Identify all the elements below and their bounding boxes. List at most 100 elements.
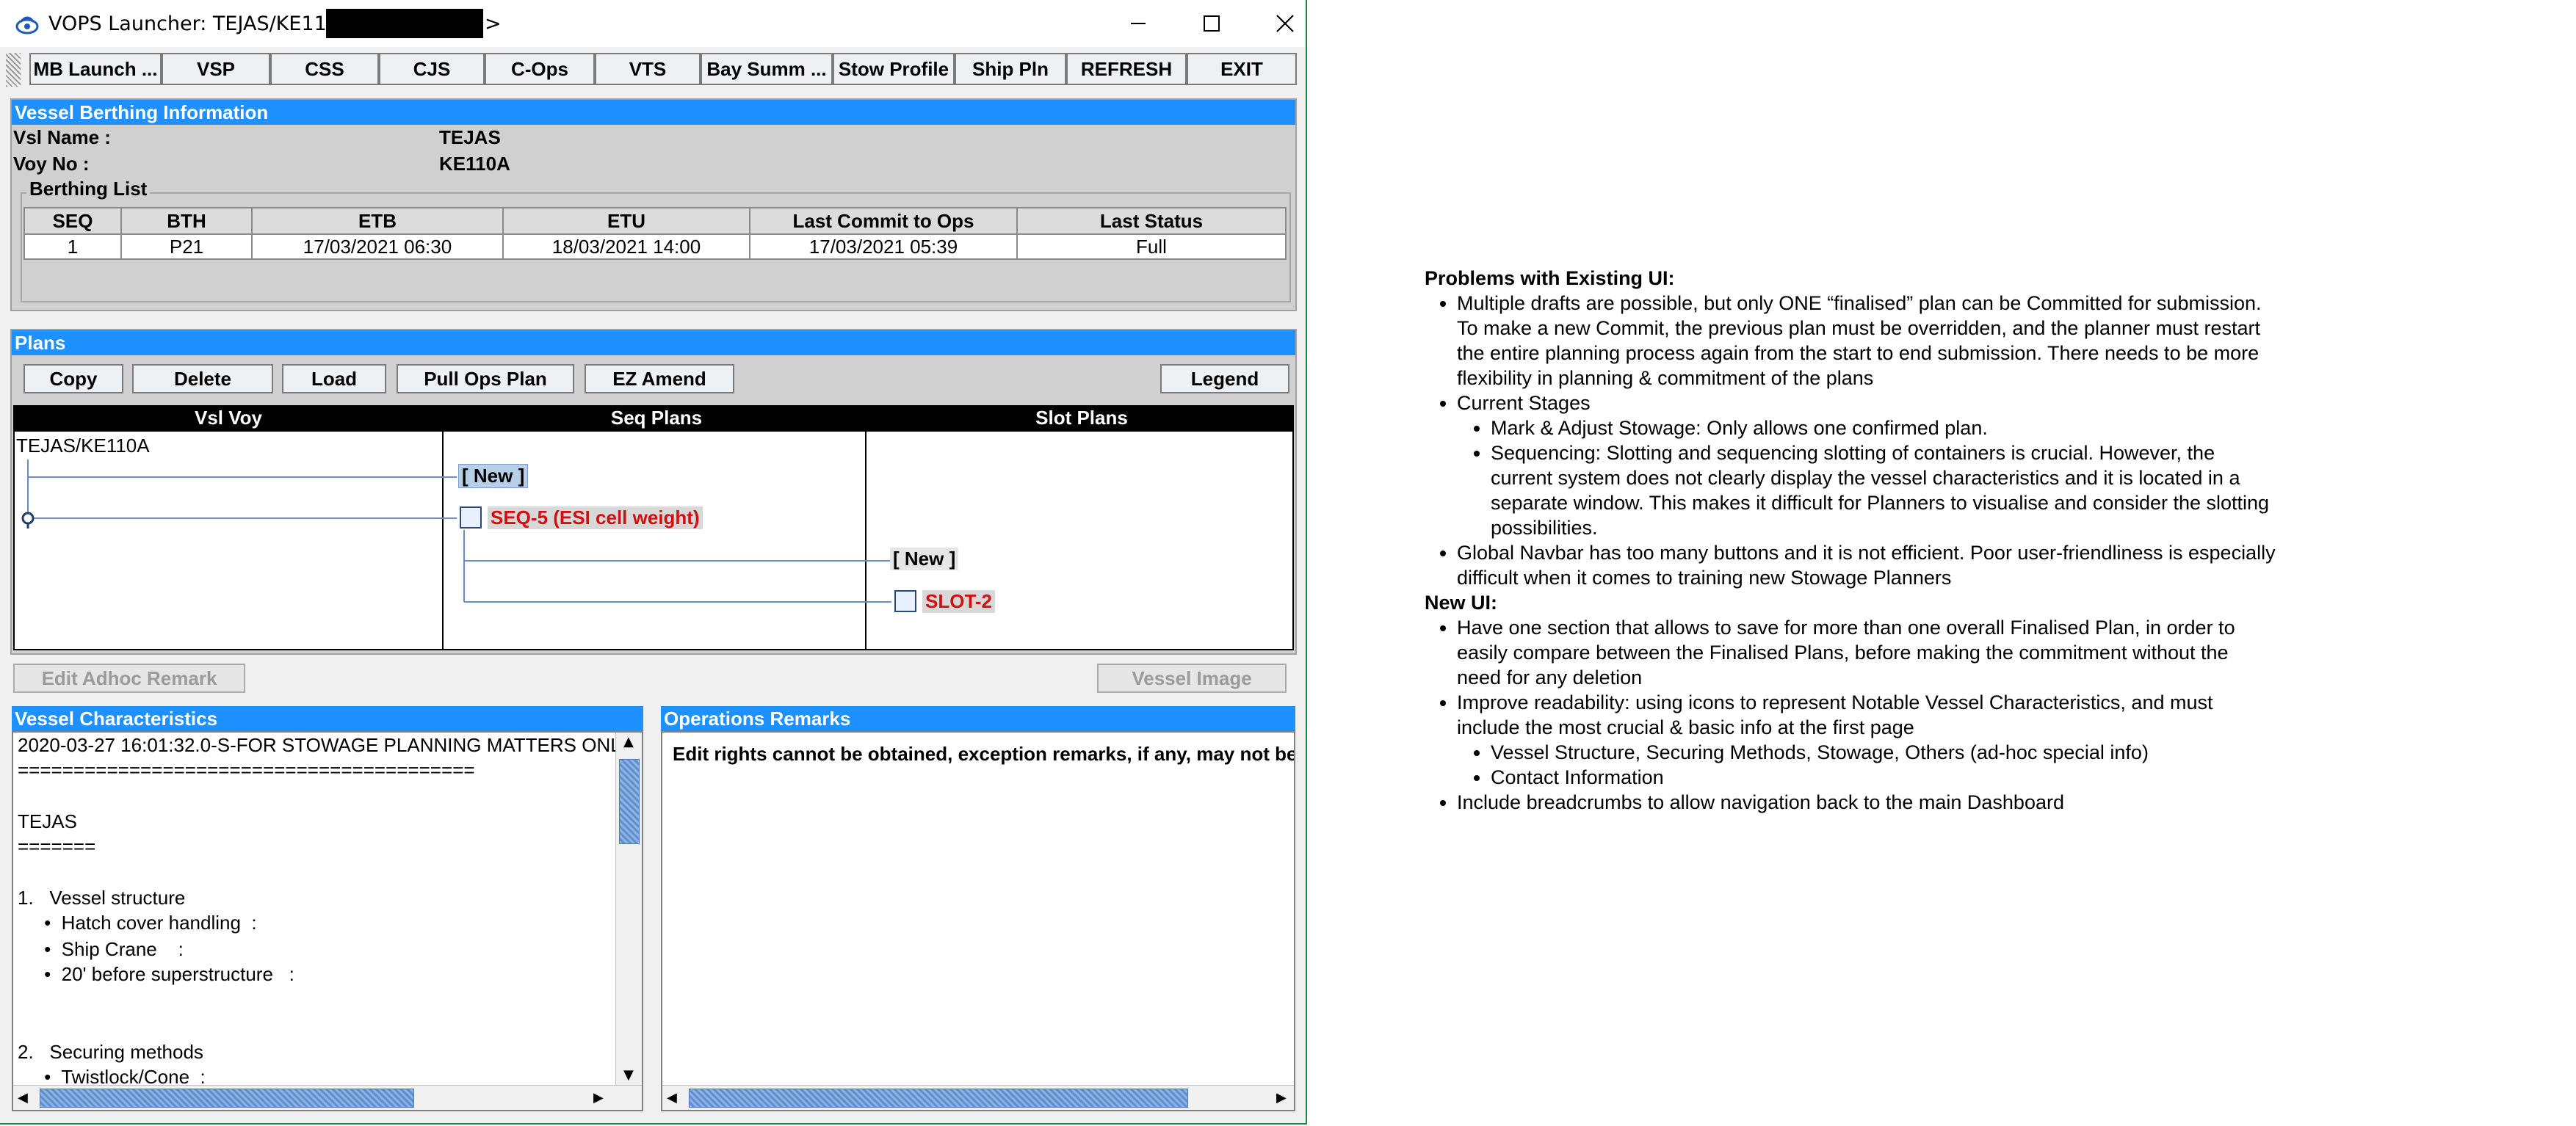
- col-vsl-voy: Vsl Voy: [194, 407, 262, 429]
- list-item: Contact Information: [1491, 765, 2276, 790]
- char-line: 2. Securing methods: [18, 1041, 203, 1063]
- berthing-list-title: Berthing List: [26, 178, 151, 200]
- vertical-scrollbar[interactable]: ▲ ▼: [615, 733, 642, 1085]
- col-etu[interactable]: ETU: [502, 207, 750, 235]
- operations-remarks-text[interactable]: Edit rights cannot be obtained, exceptio…: [661, 731, 1295, 1111]
- list-item: Mark & Adjust Stowage: Only allows one c…: [1491, 415, 2276, 440]
- c-ops-button[interactable]: C-Ops: [485, 53, 595, 85]
- scroll-thumb[interactable]: [619, 759, 640, 844]
- char-line: 1. Vessel structure: [18, 887, 186, 909]
- cell-etu: 18/03/2021 14:00: [502, 233, 750, 260]
- slot-plan-icon: [894, 590, 916, 612]
- cell-last-commit: 17/03/2021 05:39: [749, 233, 1018, 260]
- char-line: TEJAS: [18, 810, 77, 832]
- tree-connectors: [21, 460, 891, 603]
- char-line: • Ship Crane :: [18, 938, 184, 960]
- char-line: =======: [18, 835, 96, 857]
- delete-button[interactable]: Delete: [132, 364, 273, 393]
- maximize-button[interactable]: [1175, 0, 1248, 47]
- title-bar[interactable]: VOPS Launcher: TEJAS/KE110A< >: [0, 0, 1306, 47]
- bay-summ-button[interactable]: Bay Summ ...: [701, 53, 833, 85]
- cjs-button[interactable]: CJS: [379, 53, 485, 85]
- list-item: Multiple drafts are possible, but only O…: [1457, 291, 2276, 391]
- col-bth[interactable]: BTH: [120, 207, 253, 235]
- scroll-left-icon[interactable]: ◀: [18, 1090, 28, 1105]
- css-button[interactable]: CSS: [270, 53, 379, 85]
- copy-button[interactable]: Copy: [23, 364, 123, 393]
- col-seq[interactable]: SEQ: [23, 207, 122, 235]
- stow-profile-button[interactable]: Stow Profile: [833, 53, 955, 85]
- col-last-commit[interactable]: Last Commit to Ops: [749, 207, 1018, 235]
- readability-item: Improve readability: using icons to repr…: [1457, 691, 2213, 738]
- readability-sub-list: Vessel Structure, Securing Methods, Stow…: [1457, 740, 2276, 790]
- toolbar: MB Launch ... VSP CSS CJS C-Ops VTS Bay …: [3, 50, 1304, 90]
- berthing-table-header: SEQ BTH ETB ETU Last Commit to Ops Last …: [23, 207, 1287, 235]
- cell-etb: 17/03/2021 06:30: [251, 233, 504, 260]
- horizontal-scrollbar[interactable]: ◀ ▶: [13, 1085, 642, 1110]
- exit-button[interactable]: EXIT: [1187, 53, 1297, 85]
- seq-plan-node[interactable]: SEQ-5 (ESI cell weight): [488, 506, 703, 529]
- minimize-button[interactable]: [1101, 0, 1175, 47]
- close-icon: [1276, 15, 1294, 32]
- scroll-up-icon[interactable]: ▲: [623, 734, 634, 749]
- scroll-right-icon[interactable]: ▶: [593, 1090, 604, 1105]
- scroll-thumb[interactable]: [40, 1089, 414, 1108]
- char-line: • 20' before superstructure :: [18, 963, 294, 985]
- scroll-right-icon[interactable]: ▶: [1276, 1090, 1287, 1105]
- col-etb[interactable]: ETB: [251, 207, 504, 235]
- operations-remarks-header: Operations Remarks: [661, 706, 1295, 731]
- ship-pln-button[interactable]: Ship Pln: [955, 53, 1066, 85]
- seq-new-node[interactable]: [ New ]: [458, 464, 529, 488]
- ez-amend-button[interactable]: EZ Amend: [585, 364, 734, 393]
- slot-plan-node[interactable]: SLOT-2: [922, 590, 996, 613]
- berthing-header: Vessel Berthing Information: [12, 100, 1295, 125]
- vts-button[interactable]: VTS: [595, 53, 701, 85]
- mb-launch-button[interactable]: MB Launch ...: [29, 53, 162, 85]
- scroll-down-icon[interactable]: ▼: [623, 1067, 634, 1083]
- window-title: VOPS Launcher: TEJAS/KE110A<: [48, 12, 370, 35]
- load-button[interactable]: Load: [282, 364, 386, 393]
- char-line: • Hatch cover handling :: [18, 912, 257, 934]
- pull-ops-plan-button[interactable]: Pull Ops Plan: [397, 364, 574, 393]
- redacted-block: [326, 9, 483, 38]
- list-item: Have one section that allows to save for…: [1457, 615, 2276, 690]
- remarks-line: Edit rights cannot be obtained, exceptio…: [673, 743, 1295, 765]
- vops-logo-icon: [15, 16, 39, 34]
- list-item: Vessel Structure, Securing Methods, Stow…: [1491, 740, 2276, 765]
- berthing-table: SEQ BTH ETB ETU Last Commit to Ops Last …: [23, 207, 1287, 260]
- vsp-button[interactable]: VSP: [162, 53, 270, 85]
- maximize-icon: [1204, 15, 1220, 32]
- scroll-thumb[interactable]: [689, 1089, 1188, 1108]
- cell-seq: 1: [23, 233, 122, 260]
- design-notes: Problems with Existing UI: Multiple draf…: [1425, 266, 2276, 815]
- vessel-image-button[interactable]: Vessel Image: [1097, 664, 1287, 693]
- col-seq-plans: Seq Plans: [610, 407, 703, 429]
- slot-new-node[interactable]: [ New ]: [890, 548, 959, 570]
- list-item: Current Stages Mark & Adjust Stowage: On…: [1457, 391, 2276, 540]
- current-stages-label: Current Stages: [1457, 392, 1591, 414]
- legend-button[interactable]: Legend: [1160, 364, 1289, 393]
- plans-columns-header: Vsl Voy Seq Plans Slot Plans: [13, 405, 1294, 430]
- table-row[interactable]: 1 P21 17/03/2021 06:30 18/03/2021 14:00 …: [23, 233, 1287, 260]
- char-line: 2020-03-27 16:01:32.0-S-FOR STOWAGE PLAN…: [18, 734, 633, 756]
- vsl-name-label: Vsl Name :: [13, 126, 111, 148]
- list-item: Global Navbar has too many buttons and i…: [1457, 540, 2276, 590]
- new-ui-title: New UI:: [1425, 592, 1498, 614]
- minimize-icon: [1131, 23, 1146, 24]
- close-button[interactable]: [1248, 0, 1322, 47]
- refresh-button[interactable]: REFRESH: [1066, 53, 1187, 85]
- col-last-status[interactable]: Last Status: [1016, 207, 1287, 235]
- vops-launcher-window: VOPS Launcher: TEJAS/KE110A< > MB Launch…: [0, 0, 1307, 1125]
- problems-list: Multiple drafts are possible, but only O…: [1425, 291, 2276, 590]
- horizontal-scrollbar[interactable]: ◀ ▶: [662, 1085, 1294, 1110]
- plans-header: Plans: [12, 330, 1295, 355]
- edit-adhoc-remark-button[interactable]: Edit Adhoc Remark: [13, 664, 245, 693]
- stages-list: Mark & Adjust Stowage: Only allows one c…: [1457, 415, 2276, 540]
- voy-no-value: KE110A: [439, 153, 510, 175]
- voy-no-label: Voy No :: [13, 153, 90, 175]
- cell-bth: P21: [120, 233, 253, 260]
- toolbar-grip[interactable]: [6, 53, 21, 87]
- scroll-left-icon[interactable]: ◀: [667, 1090, 677, 1105]
- new-ui-list: Have one section that allows to save for…: [1425, 615, 2276, 815]
- vessel-characteristics-text[interactable]: 2020-03-27 16:01:32.0-S-FOR STOWAGE PLAN…: [12, 731, 643, 1111]
